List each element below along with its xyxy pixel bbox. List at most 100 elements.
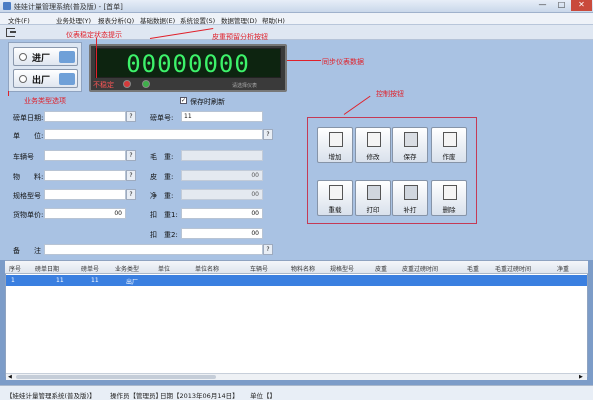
- col-header[interactable]: 物料名称: [291, 264, 315, 273]
- net-field: 00: [181, 189, 263, 200]
- tare-field: 00: [181, 170, 263, 181]
- refresh-checkbox[interactable]: ✓: [180, 97, 187, 104]
- cell-slip-no: 11: [91, 277, 99, 284]
- in-factory-button[interactable]: 进厂: [13, 47, 78, 66]
- date-label: 磅单日期:: [13, 114, 44, 122]
- add-button[interactable]: 增加: [317, 127, 353, 163]
- menu-help[interactable]: 帮助(H): [262, 15, 285, 25]
- deduct2-field[interactable]: 00: [181, 228, 263, 239]
- business-type-selector: 进厂 出厂: [8, 42, 82, 92]
- status-pointer: [96, 38, 97, 78]
- plate-field[interactable]: [44, 150, 126, 161]
- col-header[interactable]: 皮重: [375, 264, 387, 273]
- menu-report[interactable]: 报表分析(Q): [98, 15, 134, 25]
- slip-no-field[interactable]: 11: [181, 111, 263, 122]
- col-header[interactable]: 磅单号: [81, 264, 99, 273]
- stability-label: 不稳定: [93, 81, 114, 89]
- status-date: 日期【2013年06月14日】: [160, 392, 239, 400]
- col-header[interactable]: 业务类型: [115, 264, 139, 273]
- goods-field[interactable]: [44, 170, 126, 181]
- unit-field[interactable]: [44, 129, 263, 140]
- minimize-button[interactable]: —: [533, 0, 552, 11]
- col-header[interactable]: 序号: [9, 264, 21, 273]
- edit-doc-icon: [367, 132, 381, 147]
- price-field[interactable]: 00: [44, 208, 126, 219]
- menu-file[interactable]: 文件(F): [8, 15, 30, 25]
- annotation-biztype: 业务类型选项: [24, 97, 66, 105]
- scroll-thumb[interactable]: [16, 375, 216, 379]
- gross-field: [181, 150, 263, 161]
- in-label: 进厂: [32, 54, 51, 64]
- goods-label: 物 料:: [13, 173, 44, 181]
- spec-dropdown-button[interactable]: ?: [126, 189, 136, 200]
- status-operator: 操作员【管理员】: [110, 392, 162, 400]
- in-radio[interactable]: [19, 53, 27, 61]
- plate-dropdown-button[interactable]: ?: [126, 150, 136, 161]
- void-doc-icon: [443, 132, 457, 147]
- col-header[interactable]: 单位名称: [195, 264, 219, 273]
- remark-field[interactable]: [44, 244, 263, 255]
- sync-pointer: [287, 60, 321, 61]
- slip-no-label: 磅单号:: [150, 114, 174, 122]
- status-bar: 【娃娃计量管理系统(普及版)】 操作员【管理员】 日期【2013年06月14日】…: [0, 385, 593, 400]
- plate-label: 车辆号: [13, 153, 34, 161]
- out-factory-button[interactable]: 出厂: [13, 69, 78, 88]
- cell-date: 11: [56, 277, 64, 284]
- spec-field[interactable]: [44, 189, 126, 200]
- reload-button[interactable]: 重载: [317, 180, 353, 216]
- edit-button[interactable]: 修改: [355, 127, 391, 163]
- scroll-right-icon[interactable]: ▶: [579, 374, 583, 380]
- table-row[interactable]: 1 11 11 出厂: [6, 275, 587, 286]
- remark-label: 备 注: [13, 247, 41, 255]
- delete-button[interactable]: 删除: [431, 180, 467, 216]
- reprint-button[interactable]: 补打: [392, 180, 428, 216]
- date-field[interactable]: [44, 111, 126, 122]
- menu-business[interactable]: 业务处理(Y): [56, 15, 91, 25]
- col-header[interactable]: 单位: [158, 264, 170, 273]
- remark-dropdown-button[interactable]: ?: [263, 244, 273, 255]
- col-header[interactable]: 规格型号: [330, 264, 354, 273]
- print-button[interactable]: 打印: [355, 180, 391, 216]
- price-label: 货物单价:: [13, 211, 44, 219]
- menu-data[interactable]: 数据管理(D): [221, 15, 257, 25]
- annotation-ctrl: 控制按钮: [376, 90, 404, 98]
- save-button[interactable]: 保存: [392, 127, 428, 163]
- date-picker-button[interactable]: ?: [126, 111, 136, 122]
- tare-analysis-button[interactable]: [142, 80, 150, 88]
- enter-door-icon: [59, 51, 75, 63]
- window-title: 娃娃计量管理系统(普及版) - [首单]: [14, 3, 123, 11]
- save-disk-icon: [404, 132, 418, 147]
- menu-settings[interactable]: 系统设置(S): [180, 15, 215, 25]
- delete-doc-icon: [443, 185, 457, 200]
- horizontal-scrollbar[interactable]: ◀ ▶: [6, 373, 587, 380]
- menu-basedata[interactable]: 基础数据(E): [140, 15, 175, 25]
- annotation-status: 仪表稳定状态提示: [66, 31, 122, 39]
- unit-label: 单 位:: [13, 132, 44, 140]
- spec-label: 规格型号: [13, 192, 41, 200]
- maximize-button[interactable]: □: [552, 0, 571, 11]
- status-unit: 单位【】: [250, 392, 276, 400]
- void-button[interactable]: 作废: [431, 127, 467, 163]
- col-header[interactable]: 毛重过磅时间: [495, 264, 531, 273]
- col-header[interactable]: 毛重: [467, 264, 479, 273]
- exit-arrow-icon: [10, 31, 16, 33]
- gross-label: 毛 重:: [150, 153, 174, 161]
- col-header[interactable]: 磅单日期: [35, 264, 59, 273]
- col-header[interactable]: 车辆号: [250, 264, 268, 273]
- title-bar: 娃娃计量管理系统(普及版) - [首单] — □ ✕: [0, 0, 593, 13]
- out-radio[interactable]: [19, 75, 27, 83]
- cell-index: 1: [11, 277, 15, 284]
- close-button[interactable]: ✕: [571, 0, 592, 11]
- col-header[interactable]: 皮重过磅时间: [402, 264, 438, 273]
- tare-label: 皮 重:: [150, 173, 174, 181]
- col-header[interactable]: 净重: [557, 264, 569, 273]
- refresh-checkbox-label: 保存时刷新: [190, 98, 225, 106]
- goods-dropdown-button[interactable]: ?: [126, 170, 136, 181]
- scroll-left-icon[interactable]: ◀: [8, 374, 12, 380]
- deduct1-field[interactable]: 00: [181, 208, 263, 219]
- annotation-sync: 同步仪表数据: [322, 58, 364, 66]
- unit-dropdown-button[interactable]: ?: [263, 129, 273, 140]
- add-doc-icon: [329, 132, 343, 147]
- meter-caption: 请选择仪表: [232, 83, 258, 89]
- grid-header: 序号 磅单日期 磅单号 业务类型 单位 单位名称 车辆号 物料名称 规格型号 皮…: [5, 261, 588, 274]
